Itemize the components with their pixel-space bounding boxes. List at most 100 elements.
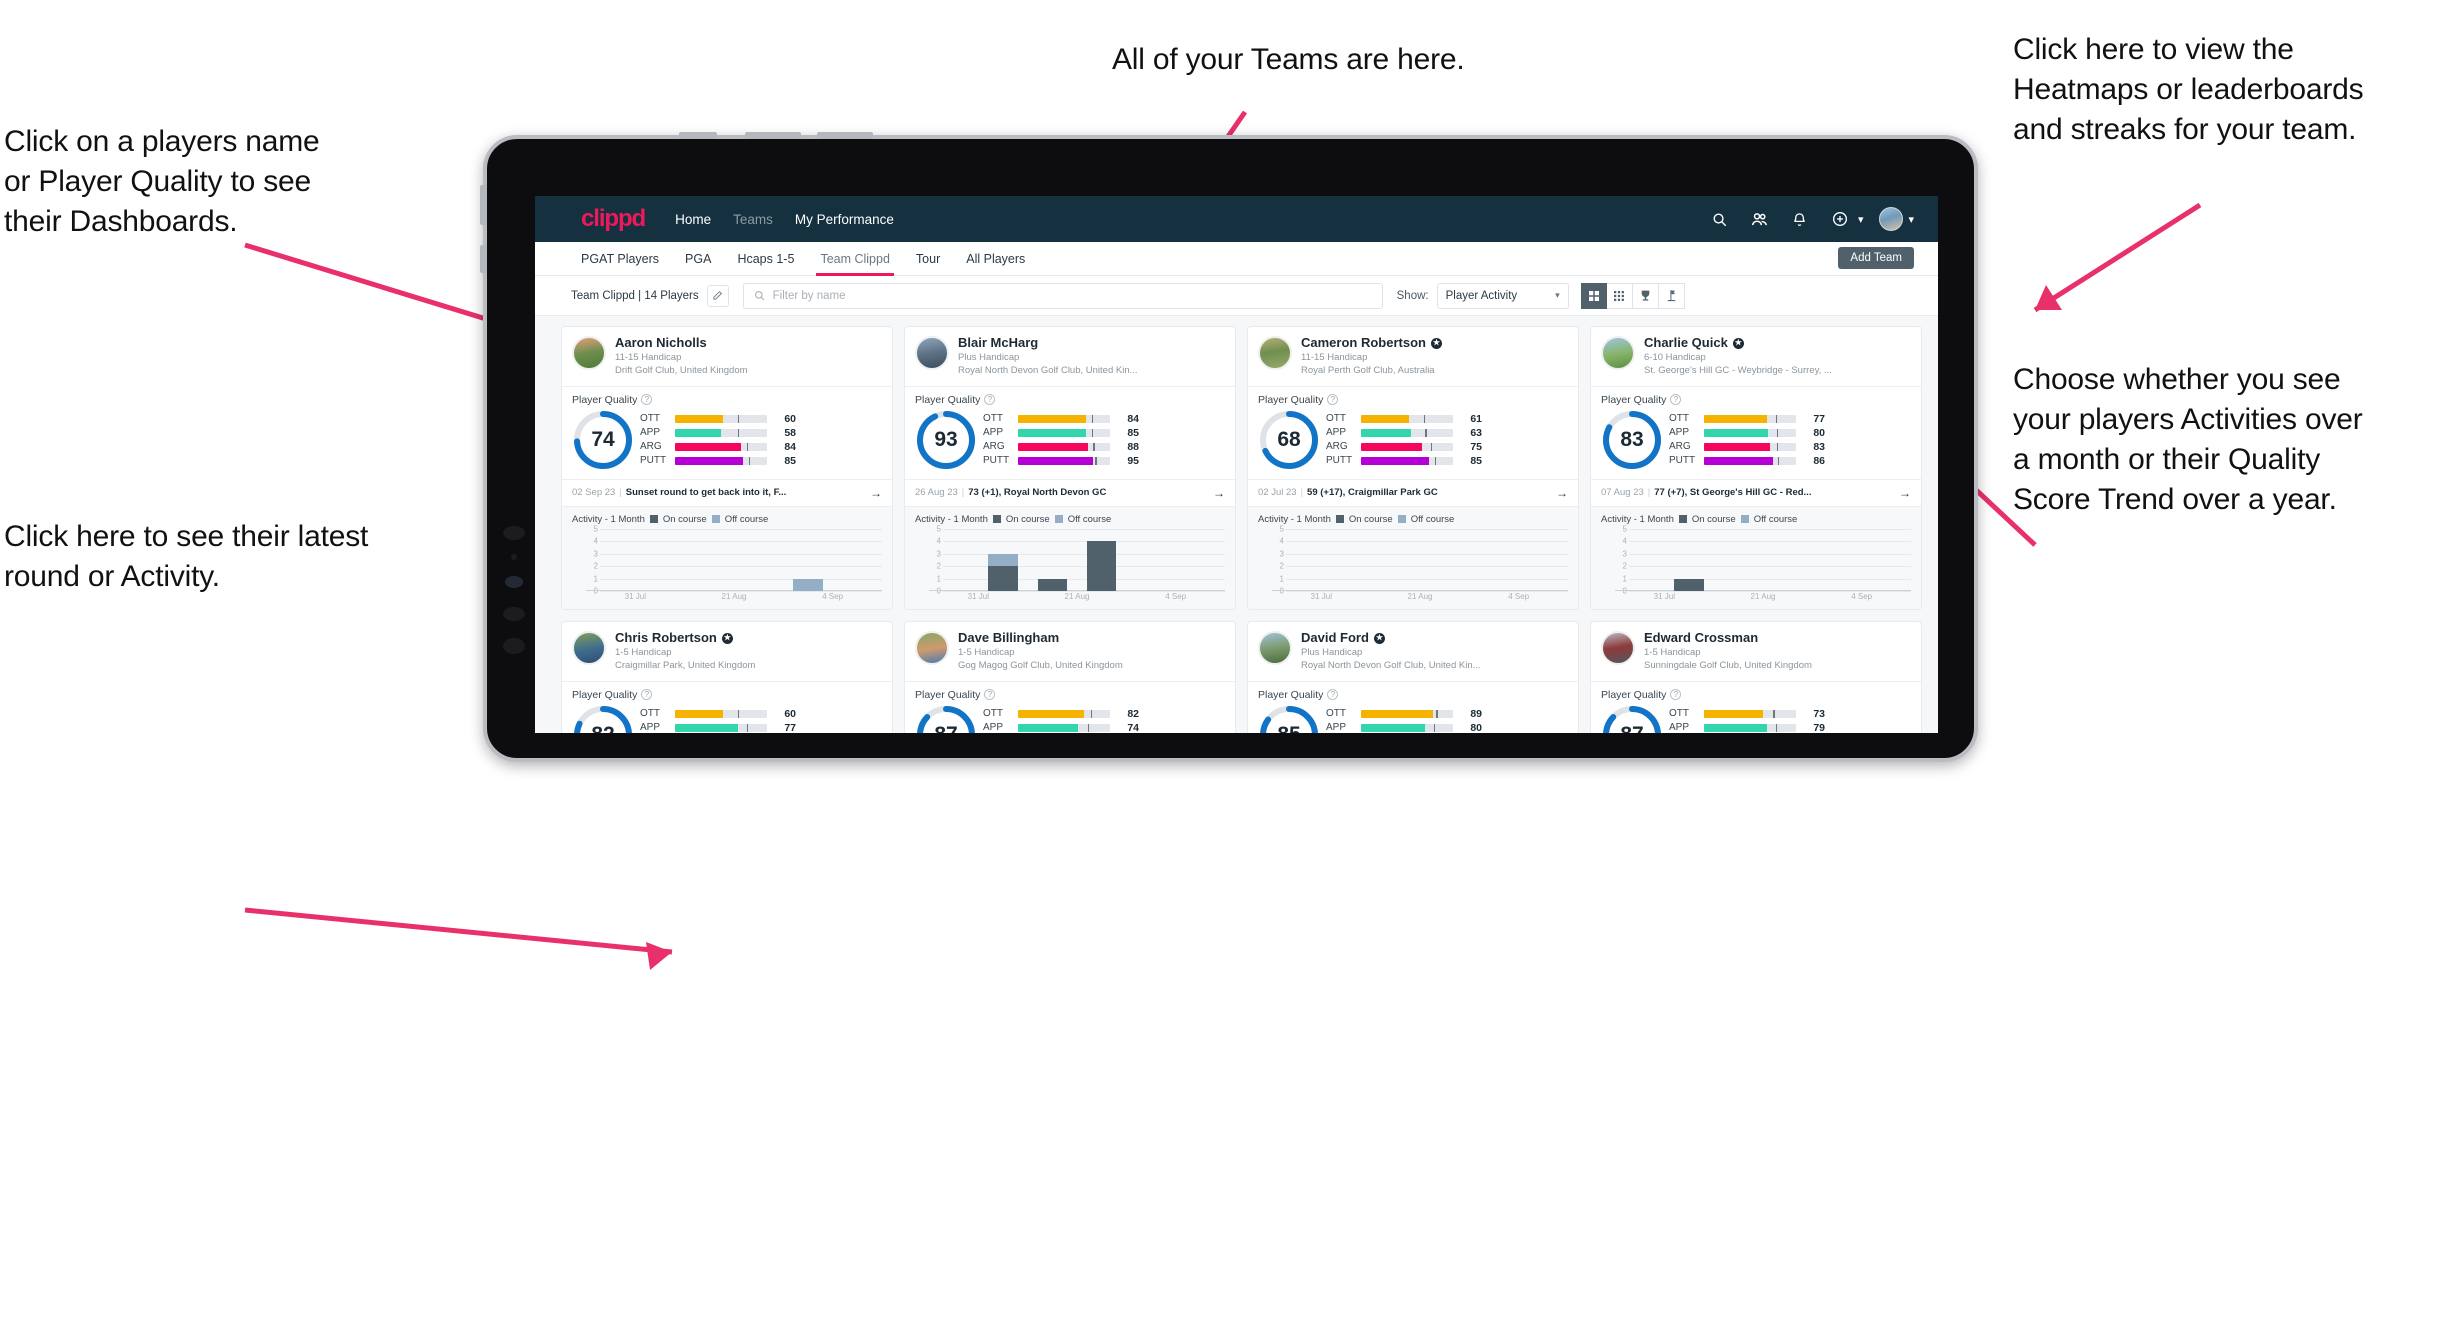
player-card-header[interactable]: Aaron Nicholls 11-15 Handicap Drift Golf… [562,327,892,386]
player-card[interactable]: Aaron Nicholls 11-15 Handicap Drift Golf… [561,326,893,610]
people-icon[interactable] [1747,206,1773,232]
player-quality-section[interactable]: Player Quality ? 74 OTT 60 APP 58 ARG 84… [562,387,892,479]
latest-round-row[interactable]: 26 Aug 23 | 73 (+1), Royal North Devon G… [905,478,1235,506]
player-card[interactable]: Blair McHarg Plus Handicap Royal North D… [904,326,1236,610]
camera-lens-icon [505,576,523,588]
player-quality-section[interactable]: Player Quality ? 83 OTT 77 APP 80 ARG 83… [1591,387,1921,479]
metric-name: OTT [1326,708,1346,720]
player-card-header[interactable]: Blair McHarg Plus Handicap Royal North D… [905,327,1235,386]
add-team-button[interactable]: Add Team [1838,247,1914,269]
player-name[interactable]: Dave Billingham [958,630,1225,645]
chevron-down-icon[interactable]: ▾ [1908,213,1914,226]
player-name[interactable]: Chris Robertson ★ [615,630,882,645]
bell-icon[interactable] [1787,206,1813,232]
player-name[interactable]: David Ford ★ [1301,630,1568,645]
player-quality-section[interactable]: Player Quality ? 85 OTT 89 A [1248,682,1578,733]
tab-hcaps-1-5[interactable]: Hcaps 1-5 [737,242,794,276]
player-card-header[interactable]: Charlie Quick ★ 6-10 Handicap St. George… [1591,327,1921,386]
player-card[interactable]: Cameron Robertson ★ 11-15 Handicap Royal… [1247,326,1579,610]
help-icon[interactable]: ? [1327,689,1339,701]
metric-value: 77 [784,721,796,733]
edit-pencil-icon[interactable] [706,284,729,307]
avatar[interactable] [1601,630,1635,665]
tab-pgat-players[interactable]: PGAT Players [581,242,659,276]
player-name[interactable]: Edward Crossman [1644,630,1911,645]
tab-all-players[interactable]: All Players [966,242,1025,276]
player-name[interactable]: Cameron Robertson ★ [1301,335,1568,350]
leaderboard-trophy-button[interactable] [1632,282,1659,309]
show-select[interactable]: Player Activity ▾ [1436,282,1569,309]
metric-tick [746,723,749,732]
legend-on-course-label: On course [1691,513,1736,525]
avatar[interactable] [1258,630,1292,665]
player-card[interactable]: Chris Robertson ★ 1-5 Handicap Craigmill… [561,620,893,733]
clippd-logo[interactable]: clippd [581,207,646,231]
player-card[interactable]: Edward Crossman 1-5 Handicap Sunningdale… [1590,620,1922,733]
activity-x-tick: 21 Aug [1407,591,1433,601]
nav-link-my-performance[interactable]: My Performance [795,212,894,227]
player-name[interactable]: Blair McHarg [958,335,1225,350]
avatar[interactable] [1258,336,1292,370]
player-quality-section[interactable]: Player Quality ? 87 OTT 82 A [905,682,1235,733]
player-card-header[interactable]: Chris Robertson ★ 1-5 Handicap Craigmill… [562,622,892,681]
latest-round-row[interactable]: 02 Sep 23 | Sunset round to get back int… [562,478,892,506]
tab-tour[interactable]: Tour [916,242,940,276]
player-card-header[interactable]: Cameron Robertson ★ 11-15 Handicap Royal… [1248,327,1578,386]
help-icon[interactable]: ? [641,394,653,406]
player-quality-title: Player Quality [1601,688,1667,701]
player-card-header[interactable]: Dave Billingham 1-5 Handicap Gog Magog G… [905,622,1235,681]
player-card[interactable]: David Ford ★ Plus Handicap Royal North D… [1247,620,1579,733]
metric-value: 85 [784,454,796,467]
latest-round-text: Sunset round to get back into it, F... [625,487,787,499]
player-quality-section[interactable]: Player Quality ? 93 OTT 84 APP 85 ARG 88… [905,387,1235,479]
compact-grid-view-button[interactable] [1606,282,1633,309]
player-name[interactable]: Charlie Quick ★ [1644,335,1911,350]
grid-view-button[interactable] [1580,282,1607,309]
search-icon[interactable] [1707,206,1733,232]
quality-metrics: OTT 60 APP 77 ARG 81 PUTT [640,708,882,733]
player-card-header[interactable]: Edward Crossman 1-5 Handicap Sunningdale… [1591,622,1921,681]
arrow-right-icon[interactable]: → [1213,486,1225,500]
nav-link-teams[interactable]: Teams [733,212,773,227]
arrow-right-icon[interactable]: → [870,486,882,500]
help-icon[interactable]: ? [984,689,996,701]
avatar[interactable] [1601,336,1635,370]
avatar[interactable] [1879,207,1904,231]
plus-circle-icon[interactable] [1827,206,1853,232]
quality-metric-row: APP 79 [1669,722,1911,733]
metric-fill [1704,428,1769,437]
avatar[interactable] [915,630,949,665]
avatar[interactable] [572,630,606,665]
search-input[interactable]: Filter by name [742,282,1383,309]
activity-bar-slot [1714,529,1763,591]
arrow-right-icon[interactable]: → [1899,486,1911,500]
player-quality-body: 87 OTT 82 APP 74 ARG 85 [915,704,1225,733]
help-icon[interactable]: ? [1670,394,1682,406]
help-icon[interactable]: ? [641,689,653,701]
help-icon[interactable]: ? [984,394,996,406]
avatar[interactable] [915,336,949,370]
latest-round-row[interactable]: 07 Aug 23 | 77 (+7), St George's Hill GC… [1591,478,1921,506]
help-icon[interactable]: ? [1327,394,1339,406]
activity-x-tick: 21 Aug [721,591,747,601]
nav-link-home[interactable]: Home [675,212,711,227]
metric-track [1361,709,1453,718]
metric-tick [1093,442,1095,451]
course-flag-button[interactable] [1658,282,1685,309]
player-quality-section[interactable]: Player Quality ? 68 OTT 61 APP 63 ARG 75… [1248,387,1578,479]
arrow-right-icon[interactable]: → [1556,486,1568,500]
player-quality-section[interactable]: Player Quality ? 87 OTT 73 A [1591,682,1921,733]
player-card[interactable]: Charlie Quick ★ 6-10 Handicap St. George… [1590,326,1922,610]
latest-round-text: 73 (+1), Royal North Devon GC [968,487,1107,499]
tab-team-clippd[interactable]: Team Clippd [816,242,895,276]
avatar[interactable] [572,336,606,370]
player-quality-section[interactable]: Player Quality ? 82 OTT 60 A [562,682,892,733]
tab-pga[interactable]: PGA [685,242,711,276]
player-card[interactable]: Dave Billingham 1-5 Handicap Gog Magog G… [904,620,1236,733]
latest-round-row[interactable]: 02 Jul 23 | 59 (+17), Craigmillar Park G… [1248,478,1578,506]
chevron-down-icon[interactable]: ▾ [1858,213,1864,226]
player-card-header[interactable]: David Ford ★ Plus Handicap Royal North D… [1248,622,1578,681]
metric-name: OTT [983,413,1003,425]
help-icon[interactable]: ? [1670,689,1682,701]
player-name[interactable]: Aaron Nicholls [615,335,882,350]
